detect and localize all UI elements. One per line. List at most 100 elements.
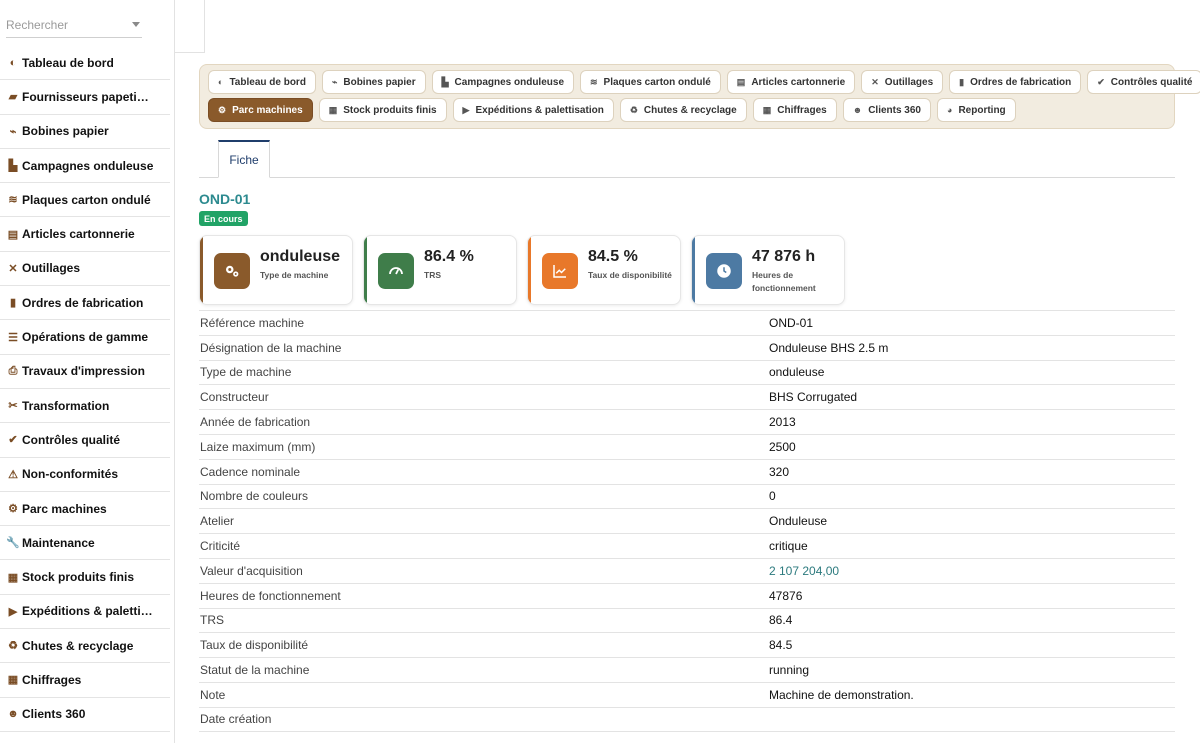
module-tab[interactable]: ▦ Stock produits finis bbox=[318, 98, 447, 122]
box-icon: ▤ bbox=[7, 228, 19, 241]
sidebar-item[interactable]: ♻ Chutes & recyclage bbox=[0, 629, 170, 664]
sidebar-item-label: Chutes & recyclage bbox=[22, 638, 134, 653]
module-tab-label: Clients 360 bbox=[868, 104, 921, 116]
field-label: Constructeur bbox=[200, 390, 269, 405]
box-icon: ▤ bbox=[736, 76, 746, 87]
field-label: Heures de fonctionnement bbox=[200, 588, 341, 603]
sidebar-item[interactable]: 🔧 Maintenance bbox=[0, 526, 170, 561]
module-tab[interactable]: ≋ Plaques carton ondulé bbox=[580, 70, 721, 94]
tools-icon: ✕ bbox=[8, 262, 18, 275]
sidebar-item[interactable]: ▤ Articles cartonnerie bbox=[0, 217, 170, 252]
table-row: Constructeur BHS Corrugated bbox=[199, 384, 1175, 409]
sidebar-item[interactable]: ▶ Expéditions & paletti… bbox=[0, 595, 170, 630]
table-row: Année de fabrication 2013 bbox=[199, 409, 1175, 434]
field-label: Taux de disponibilité bbox=[200, 638, 309, 653]
sidebar-item-label: Outillages bbox=[22, 261, 81, 276]
module-tab[interactable]: ♻ Chutes & recyclage bbox=[619, 98, 747, 122]
cogs-icon: ⚙ bbox=[218, 104, 227, 115]
users-icon: ☻ bbox=[852, 105, 863, 115]
field-label: Laize maximum (mm) bbox=[200, 439, 316, 454]
kpi-card: 47 876 h Heures de fonctionnement bbox=[691, 235, 845, 305]
sidebar-item-label: Fournisseurs papeti… bbox=[22, 89, 149, 104]
module-tab-label: Chutes & recyclage bbox=[643, 104, 737, 116]
module-tab-label: Stock produits finis bbox=[343, 104, 437, 116]
module-tab[interactable]: ◕ Reporting bbox=[937, 98, 1016, 122]
sidebar-item[interactable]: ✂ Transformation bbox=[0, 389, 170, 424]
sidebar-item[interactable]: ≋ Plaques carton ondulé bbox=[0, 183, 170, 218]
table-row: Référence machine OND-01 bbox=[199, 310, 1175, 335]
table-row: Note Machine de demonstration. bbox=[199, 681, 1175, 707]
tools-icon: ✕ bbox=[871, 76, 879, 87]
sidebar-item[interactable]: ⚙ Parc machines bbox=[0, 492, 170, 527]
sidebar-item[interactable]: ⌁ Bobines papier bbox=[0, 115, 170, 149]
sidebar-item-label: Expéditions & paletti… bbox=[22, 604, 153, 619]
layers-icon: ≋ bbox=[8, 194, 18, 207]
field-value: 84.5 bbox=[769, 638, 793, 653]
recycle-icon: ♻ bbox=[629, 104, 638, 115]
scissors-icon: ✂ bbox=[8, 400, 18, 413]
users-icon: ☻ bbox=[7, 708, 19, 721]
clipboard-icon: ▮ bbox=[9, 297, 17, 310]
module-tab[interactable]: ▤ Articles cartonnerie bbox=[726, 70, 856, 94]
calculator-icon: ▦ bbox=[762, 104, 772, 115]
sidebar-item[interactable]: ☻ Clients 360 bbox=[0, 698, 170, 732]
sidebar-item-label: Bobines papier bbox=[22, 124, 109, 139]
sidebar-item[interactable]: ▰ Fournisseurs papeti… bbox=[0, 80, 170, 115]
module-tab[interactable]: ✕ Outillages bbox=[861, 70, 944, 94]
field-value[interactable]: 2 107 204,00 bbox=[769, 564, 839, 578]
tab-fiche[interactable]: Fiche bbox=[218, 140, 270, 178]
sidebar-item[interactable]: ☰ Opérations de gamme bbox=[0, 320, 170, 355]
field-value: 320 bbox=[769, 464, 790, 479]
sidebar-item-label: Articles cartonnerie bbox=[22, 227, 135, 242]
calculator-icon: ▦ bbox=[7, 674, 19, 687]
sidebar-item[interactable]: ✔ Contrôles qualité bbox=[0, 423, 170, 458]
kpi-accent bbox=[692, 236, 695, 304]
sidebar-item[interactable]: ▦ Stock produits finis bbox=[0, 560, 170, 595]
kpi-label: Heures de fonctionnement bbox=[752, 270, 816, 293]
module-tab-label: Reporting bbox=[958, 104, 1006, 116]
record-title: OND-01 bbox=[199, 191, 251, 207]
table-row: Désignation de la machine Onduleuse BHS 2… bbox=[199, 334, 1175, 360]
sidebar-item[interactable]: ⚠ Non-conformités bbox=[0, 458, 170, 492]
module-tab[interactable]: ☻ Clients 360 bbox=[842, 98, 931, 122]
sidebar-item[interactable]: ✕ Outillages bbox=[0, 252, 170, 287]
kpi-value: 47 876 h bbox=[752, 248, 816, 265]
table-row: Taux de disponibilité 84.5 bbox=[199, 632, 1175, 657]
sidebar-item-label: Stock produits finis bbox=[22, 570, 135, 585]
module-tab[interactable]: ◐ Tableau de bord bbox=[208, 70, 316, 94]
module-tabs-row-1: ◐ Tableau de bord ⌁ Bobines papier ▙ Campagne… bbox=[208, 70, 1200, 94]
search-select[interactable]: Rechercher bbox=[6, 12, 142, 38]
table-row: Nombre de couleurs 0 bbox=[199, 483, 1175, 509]
detail-table: Référence machine OND-01 Désignation de la… bbox=[199, 310, 1175, 732]
warehouse-icon: ▦ bbox=[328, 104, 338, 115]
field-label: Désignation de la machine bbox=[200, 340, 342, 355]
sidebar-item[interactable]: ▦ Chiffrages bbox=[0, 663, 170, 698]
sidebar-item[interactable]: ▮ Ordres de fabrication bbox=[0, 286, 170, 321]
module-tab-label: Parc machines bbox=[232, 104, 303, 116]
industry-icon: ▙ bbox=[8, 160, 18, 173]
sidebar-item[interactable]: ⎙ Travaux d'impression bbox=[0, 355, 170, 389]
sidebar-item-label: Maintenance bbox=[22, 535, 95, 550]
module-tab[interactable]: ▶ Expéditions & palettisation bbox=[452, 98, 614, 122]
module-tab[interactable]: ⚙ Parc machines bbox=[208, 98, 313, 122]
kpi-label: Taux de disponibilité bbox=[588, 270, 672, 280]
sidebar-item-label: Plaques carton ondulé bbox=[22, 192, 151, 207]
warning-icon: ⚠ bbox=[8, 468, 18, 481]
field-value: 0 bbox=[769, 489, 776, 504]
record-tabs: Fiche bbox=[199, 140, 1175, 178]
sidebar-item[interactable]: ◐ Tableau de bord bbox=[0, 46, 170, 81]
check-circle-icon: ✔ bbox=[1097, 76, 1105, 87]
sidebar-item-label: Campagnes onduleuse bbox=[22, 158, 154, 173]
recycle-icon: ♻ bbox=[8, 640, 18, 653]
table-row: Statut de la machine running bbox=[199, 657, 1175, 682]
module-tabs: ◐ Tableau de bord ⌁ Bobines papier ▙ Campagne… bbox=[199, 64, 1200, 129]
module-tab[interactable]: ▦ Chiffrages bbox=[752, 98, 837, 122]
sidebar-item[interactable]: ▙ Campagnes onduleuse bbox=[0, 149, 170, 184]
module-tab[interactable]: ▮ Ordres de fabrication bbox=[949, 70, 1082, 94]
module-tab[interactable]: ▙ Campagnes onduleuse bbox=[431, 70, 574, 94]
module-tab[interactable]: ✔ Contrôles qualité bbox=[1087, 70, 1200, 94]
module-tab[interactable]: ⌁ Bobines papier bbox=[321, 70, 426, 94]
chevron-down-icon[interactable] bbox=[132, 22, 140, 27]
field-label: Note bbox=[200, 687, 226, 702]
module-tab-label: Bobines papier bbox=[343, 76, 416, 88]
